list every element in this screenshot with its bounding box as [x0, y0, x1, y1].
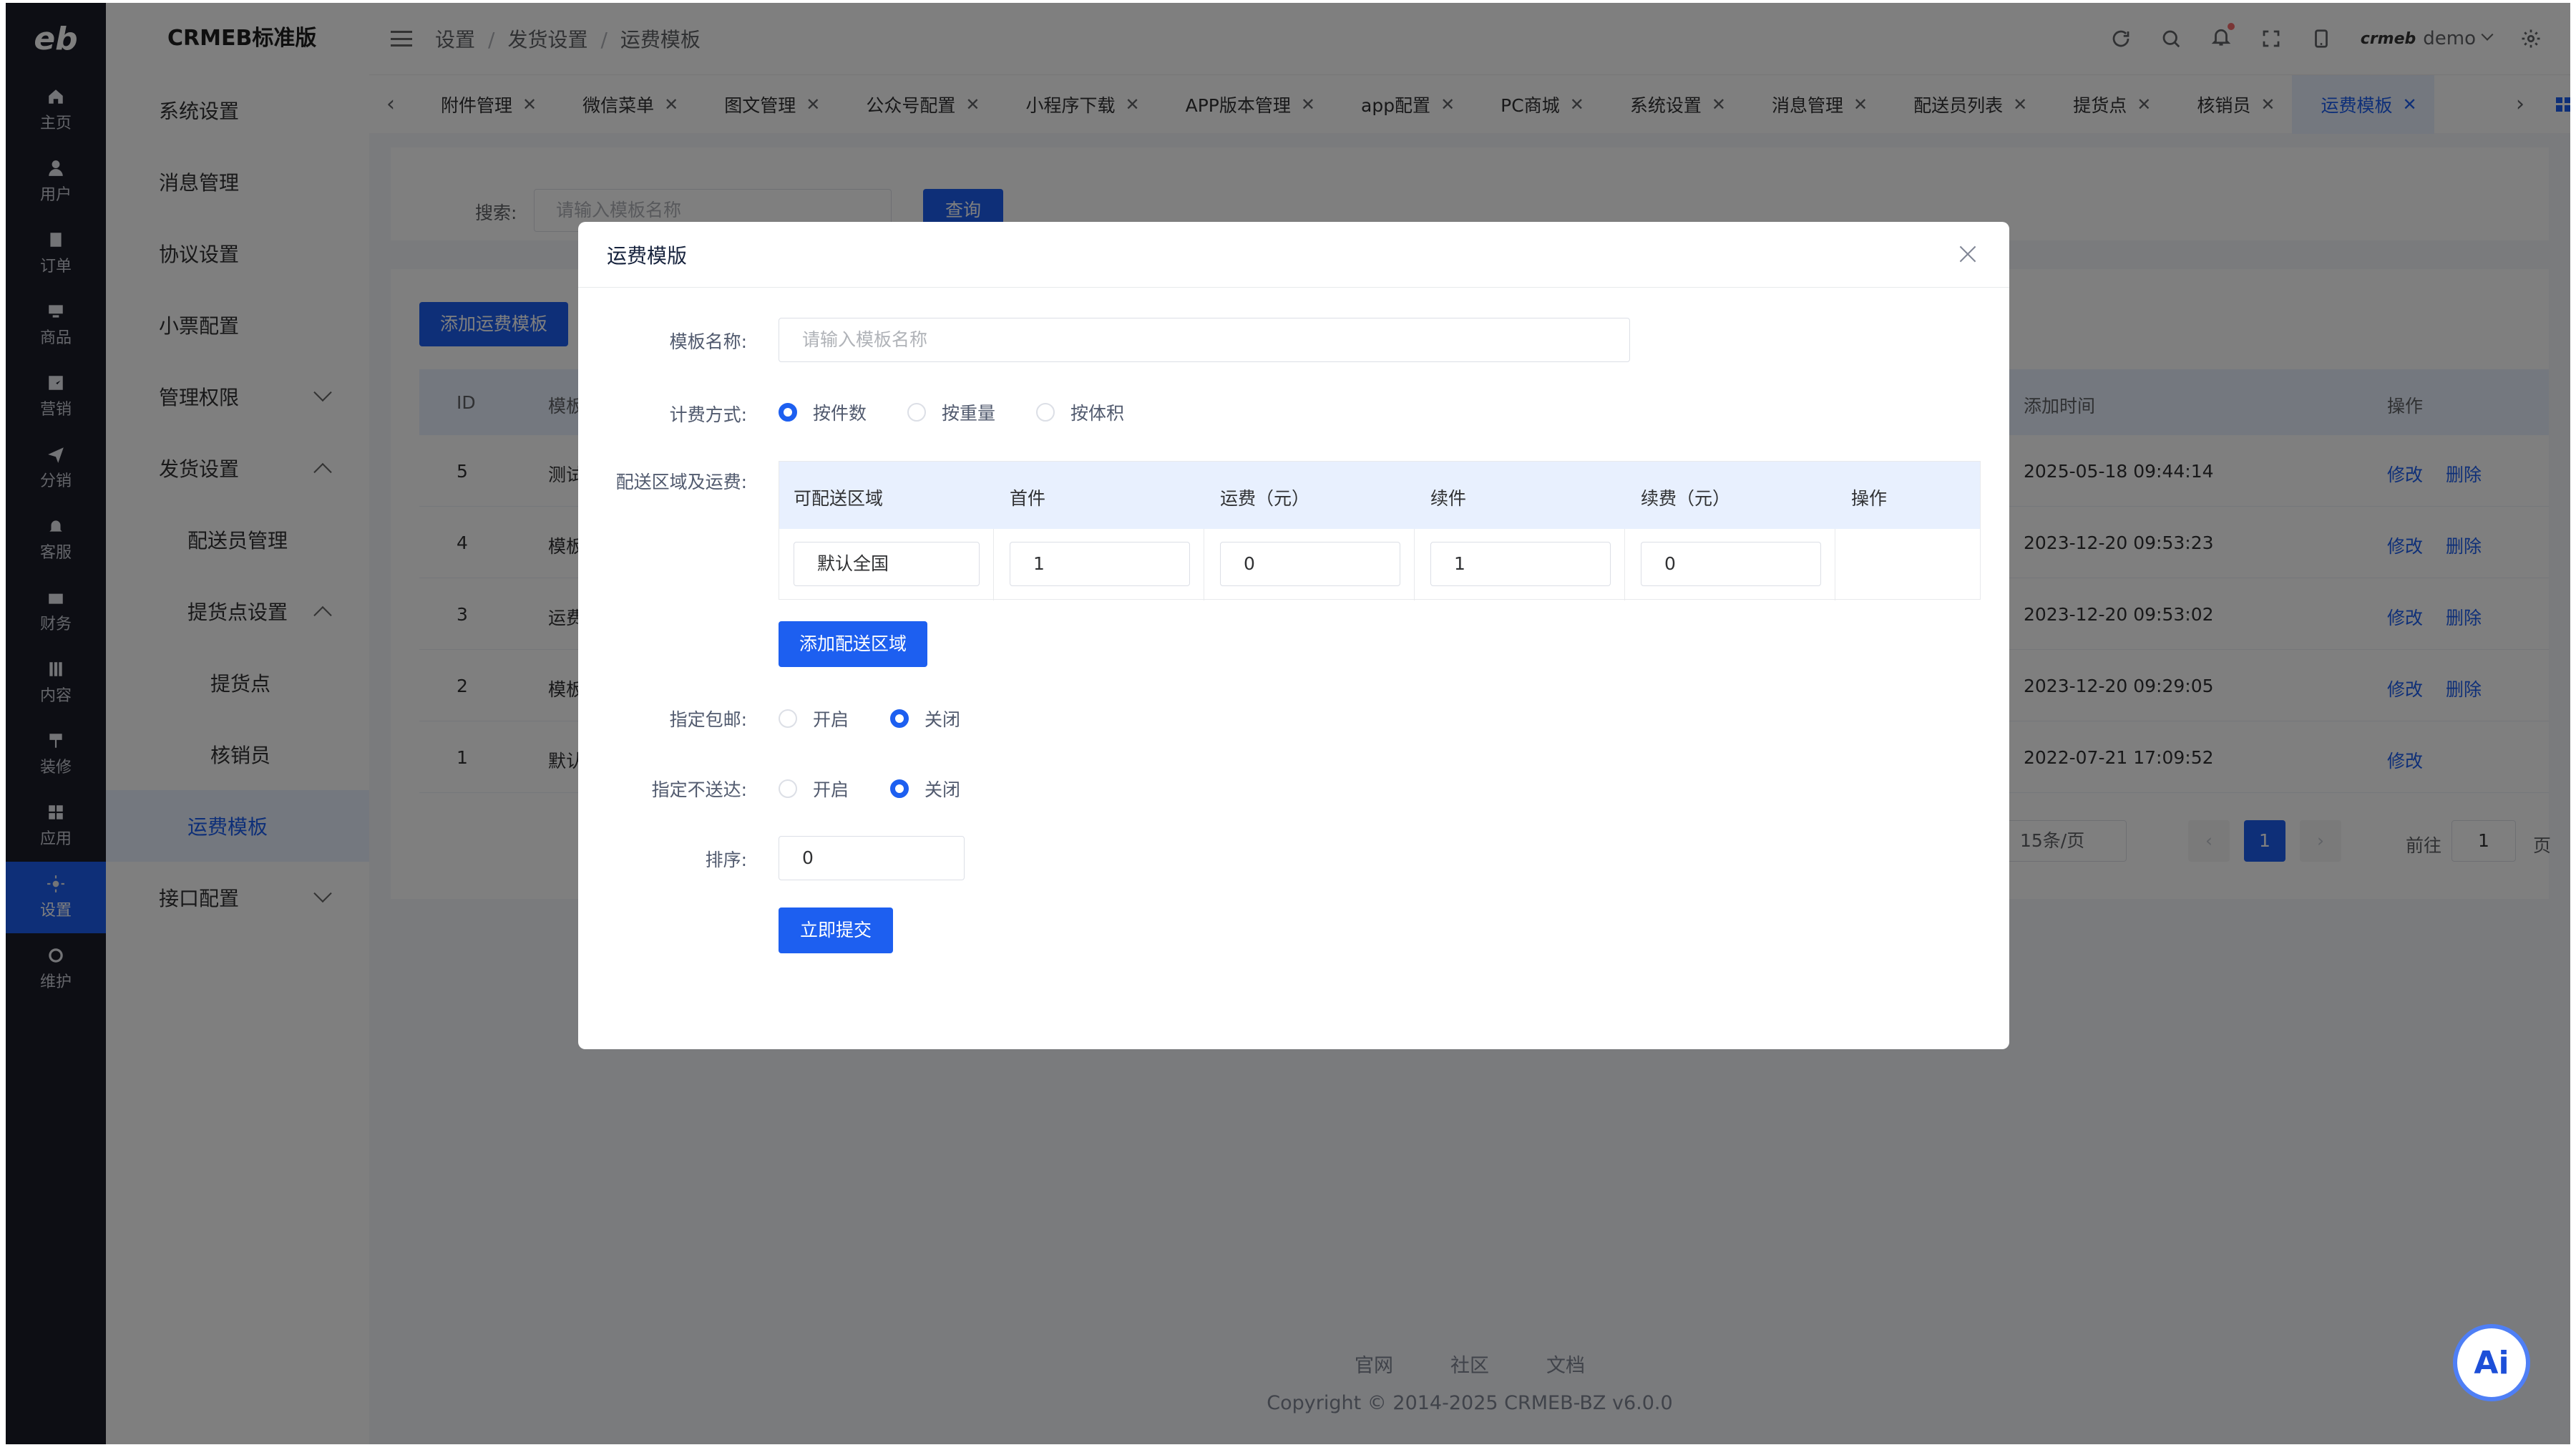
col-next-piece: 续件: [1430, 488, 1467, 509]
sort-input[interactable]: 0: [779, 836, 965, 880]
region-area-input[interactable]: 默认全国: [794, 542, 980, 586]
billing-method-label: 计费方式:: [669, 404, 747, 425]
radio-label: 按重量: [942, 403, 996, 424]
free-shipping-label: 指定包邮:: [669, 709, 747, 730]
dialog-title: 运费模版: [578, 222, 2009, 288]
radio-free-off[interactable]: 关闭: [890, 706, 960, 731]
template-name-input[interactable]: 请输入模板名称: [779, 318, 1630, 362]
radio-nodeliver-on[interactable]: 开启: [779, 776, 849, 802]
region-fee-label: 配送区域及运费:: [615, 472, 747, 492]
region-table-header: 可配送区域 首件 运费（元） 续件 续费（元） 操作: [779, 462, 1980, 529]
col-first-piece: 首件: [1010, 488, 1046, 509]
radio-by-volume[interactable]: 按体积: [1036, 399, 1124, 425]
radio-circle: [907, 403, 926, 422]
radio-nodeliver-off[interactable]: 关闭: [890, 776, 960, 802]
no-delivery-label: 指定不送达:: [651, 779, 747, 800]
shipping-template-dialog: 运费模版 模板名称: 请输入模板名称 计费方式: 按件数 按重量 按体积 配送区…: [578, 222, 2009, 1049]
ai-assistant-button[interactable]: Ai: [2453, 1324, 2530, 1401]
radio-circle: [779, 403, 797, 422]
first-piece-input[interactable]: 1: [1010, 542, 1190, 586]
radio-circle: [779, 709, 797, 728]
radio-circle: [1036, 403, 1055, 422]
col-first-fee: 运费（元）: [1220, 488, 1310, 509]
template-name-label: 模板名称:: [669, 331, 747, 352]
region-row: 默认全国 1 0 1 0: [779, 529, 1980, 600]
radio-label: 开启: [813, 779, 849, 800]
radio-label: 关闭: [924, 709, 961, 730]
sort-label: 排序:: [705, 850, 747, 870]
radio-by-piece[interactable]: 按件数: [779, 399, 867, 425]
radio-by-weight[interactable]: 按重量: [907, 399, 995, 425]
radio-label: 关闭: [924, 779, 961, 800]
col-region: 可配送区域: [794, 488, 884, 509]
radio-label: 开启: [813, 709, 849, 730]
radio-circle: [779, 779, 797, 798]
col-region-ops: 操作: [1851, 488, 1888, 509]
first-fee-input[interactable]: 0: [1220, 542, 1400, 586]
radio-circle: [890, 709, 909, 728]
col-next-fee: 续费（元）: [1641, 488, 1731, 509]
radio-free-on[interactable]: 开启: [779, 706, 849, 731]
close-icon[interactable]: [1955, 242, 1981, 268]
radio-circle: [890, 779, 909, 798]
radio-label: 按件数: [813, 403, 867, 424]
add-region-button[interactable]: 添加配送区域: [779, 621, 927, 667]
region-fee-table: 可配送区域 首件 运费（元） 续件 续费（元） 操作 默认全国 1 0 1 0: [779, 461, 1981, 600]
next-fee-input[interactable]: 0: [1641, 542, 1821, 586]
submit-button[interactable]: 立即提交: [779, 908, 893, 953]
next-piece-input[interactable]: 1: [1430, 542, 1611, 586]
app-window: eb 主页用户订单商品营销分销客服财务内容装修应用设置维护 CRMEB标准版 系…: [6, 3, 2570, 1444]
radio-label: 按体积: [1070, 403, 1125, 424]
